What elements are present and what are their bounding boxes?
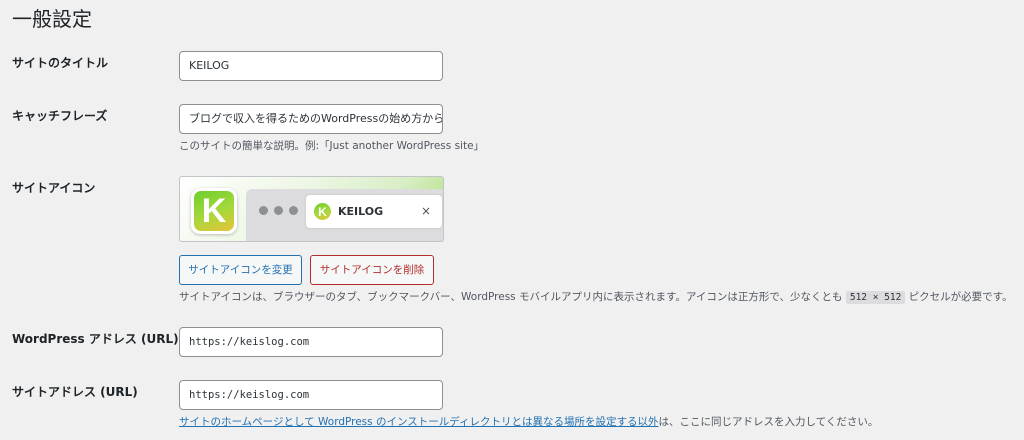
window-dot-icon — [259, 206, 268, 215]
page-title: 一般設定 — [12, 7, 92, 31]
tagline-description: このサイトの簡単な説明。例:「Just another WordPress si… — [179, 140, 485, 152]
app-icon-preview: K — [191, 188, 237, 234]
site-icon-description: サイトアイコンは、ブラウザーのタブ、ブックマークバー、WordPress モバイ… — [179, 291, 1013, 304]
browser-tab-preview: K KEILOG × — [306, 195, 442, 228]
browser-preview: K KEILOG × — [246, 189, 443, 241]
tagline-input[interactable]: ブログで収入を得るためのWordPressの始め方からブ — [179, 104, 443, 134]
site-address-label: サイトアドレス (URL) — [12, 385, 138, 399]
favicon-icon: K — [314, 203, 331, 220]
tab-title: KEILOG — [338, 205, 384, 218]
window-dot-icon — [289, 206, 298, 215]
wordpress-address-input[interactable]: https://keislog.com — [179, 327, 443, 357]
tagline-label: キャッチフレーズ — [12, 109, 108, 123]
site-title-label: サイトのタイトル — [12, 56, 109, 70]
icon-size-code: 512 × 512 — [845, 291, 906, 304]
site-address-input[interactable]: https://keislog.com — [179, 380, 443, 410]
close-icon: × — [420, 204, 431, 218]
remove-site-icon-button[interactable]: サイトアイコンを削除 — [310, 255, 434, 285]
site-title-input[interactable]: KEILOG — [179, 51, 443, 81]
site-icon-label: サイトアイコン — [12, 181, 96, 195]
change-site-icon-button[interactable]: サイトアイコンを変更 — [179, 255, 302, 285]
wordpress-address-label: WordPress アドレス (URL) — [12, 332, 179, 346]
site-address-description: サイトのホームページとして WordPress のインストールディレクトリとは異… — [179, 416, 879, 428]
keilog-logo-icon: K — [201, 192, 227, 230]
general-settings-page: 一般設定 サイトのタイトル KEILOG キャッチフレーズ ブログで収入を得るた… — [0, 0, 1024, 440]
site-address-help-link[interactable]: サイトのホームページとして WordPress のインストールディレクトリとは異… — [179, 416, 659, 428]
site-icon-preview: K K KEILOG × — [179, 176, 444, 242]
window-dot-icon — [274, 206, 283, 215]
